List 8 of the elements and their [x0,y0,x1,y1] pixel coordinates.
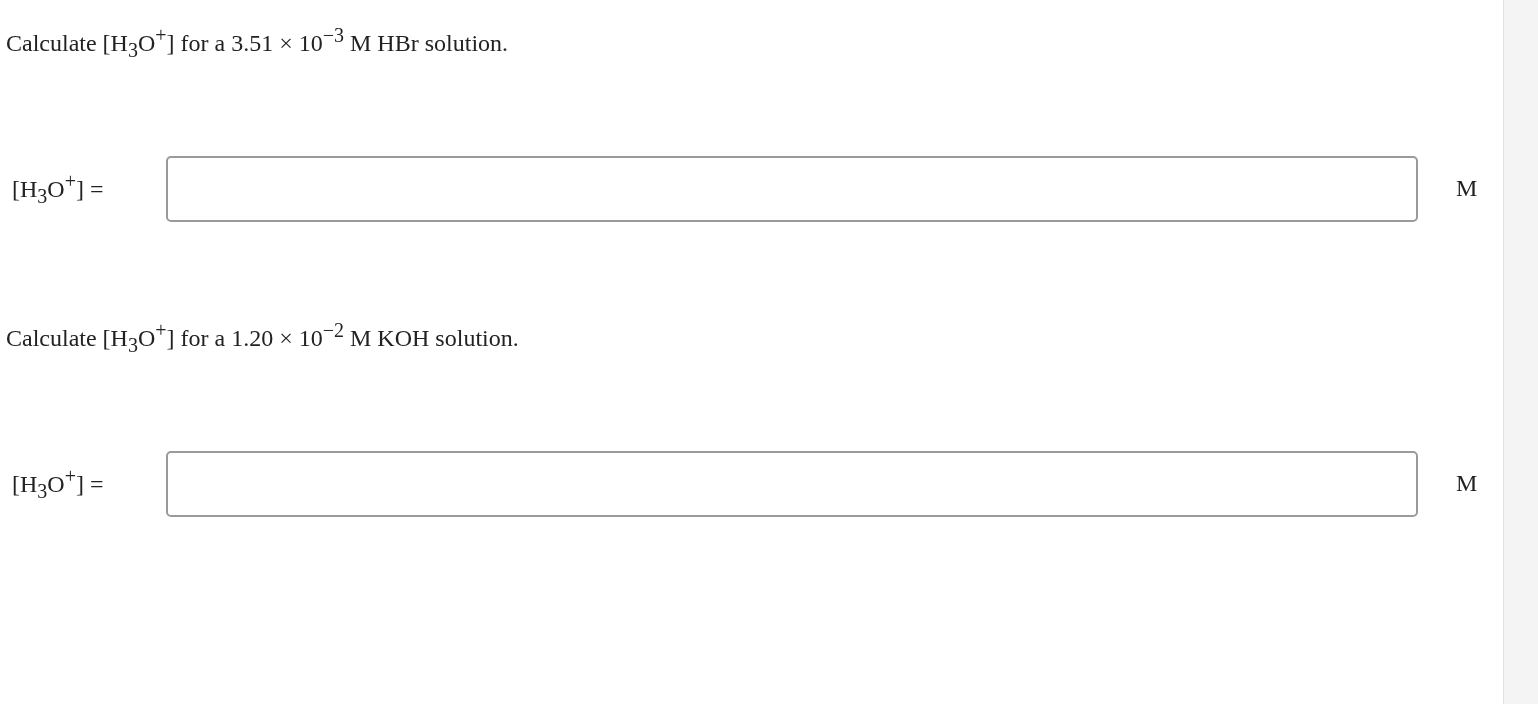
answer-label: [H$_{3}$O$^{+}$] = [11,464,105,503]
unit-label: M [1456,470,1478,498]
unit-label: M [1456,175,1478,203]
answer-label: [H$_{3}$O$^{+}$] = [11,169,105,208]
answer-field[interactable] [166,155,1418,222]
question-text: Calculate [H$_{3}$O$^{+}$] for a 3.51 × 10$^{−3}$ M HBr solution. [6,23,509,63]
answer-field[interactable] [166,450,1418,517]
question-text: Calculate [H$_{3}$O$^{+}$] for a 1.20 × 10$^{−2}$ M KOH solution. [6,318,519,358]
